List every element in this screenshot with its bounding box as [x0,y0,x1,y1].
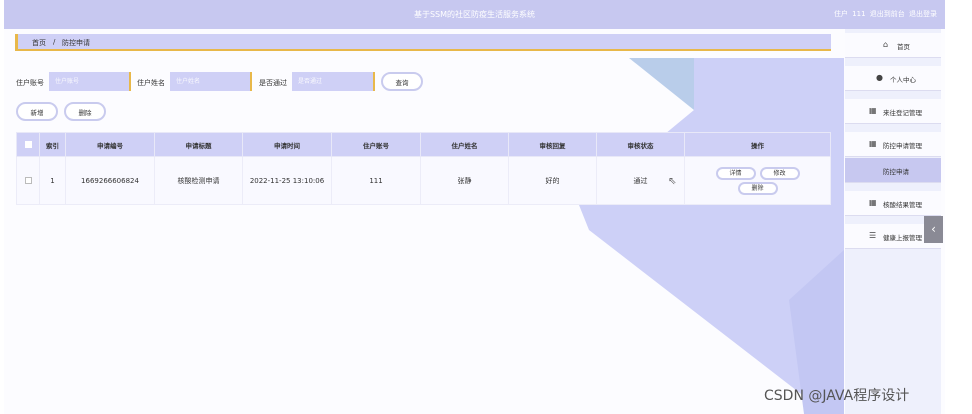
grid-icon: ▦ [869,198,877,207]
header-time: 申请时间 [242,132,332,157]
detail-button[interactable]: 详情 [715,166,756,180]
data-table: 索引 申请编号 申请标题 申请时间 住户账号 住户姓名 审核回复 审核状态 操作… [16,132,831,205]
breadcrumb: 首页 / 防控申请 [15,34,831,51]
sidebar-item-profile[interactable]: ● 个人中心 [845,66,941,91]
background-decoration [579,58,844,414]
back-to-frontend-link[interactable]: 退出到前台 [870,10,905,18]
user-area: 住户 111 退出到前台 退出登录 [834,9,937,19]
grid-icon: ▦ [869,106,877,115]
breadcrumb-home[interactable]: 首页 [32,38,46,48]
header-actions: 操作 [684,132,831,157]
header-index: 索引 [39,132,66,157]
header-title: 申请标题 [154,132,243,157]
header-name: 住户姓名 [420,132,509,157]
watermark: CSDN @JAVA程序设计 [764,388,910,404]
sidebar-item-label: 防控申请管理 [883,142,922,150]
sidebar-item-label: 防控申请 [883,168,909,176]
current-user: 住户 111 [833,10,866,18]
select-all-cell[interactable] [16,132,40,157]
table-row: 1 1669266606824 核酸检测申请 2022-11-25 13:10:… [16,156,831,205]
account-label: 住户账号 [16,79,44,87]
cell-actions: 详情 修改 删除 [684,156,831,205]
grid-icon: ▦ [869,139,877,148]
name-input[interactable] [170,72,252,91]
add-button[interactable]: 新增 [16,102,58,121]
breadcrumb-current: 防控申请 [62,39,90,47]
top-bar: 基于SSM的社区防疫生活服务系统 住户 111 退出到前台 退出登录 [4,0,945,29]
home-icon: ⌂ [883,40,889,49]
select-all-checkbox[interactable] [24,141,32,148]
sidebar-item-label: 核酸结果管理 [883,201,922,209]
app-window: 基于SSM的社区防疫生活服务系统 住户 111 退出到前台 退出登录 首页 / … [4,0,945,414]
row-select-cell[interactable] [16,156,40,205]
account-input[interactable] [49,72,131,91]
logout-link[interactable]: 退出登录 [909,10,937,18]
query-button[interactable]: 查询 [381,72,423,91]
sidebar-item-label: 来往登记管理 [883,109,922,117]
cell-account: 111 [331,156,421,205]
sidebar-item-visit-registration[interactable]: ▦ 来往登记管理 [845,99,941,124]
breadcrumb-separator: / [53,38,56,46]
header-code: 申请编号 [65,132,155,157]
row-delete-button[interactable]: 删除 [737,181,778,195]
sidebar-item-label: 个人中心 [890,76,916,84]
list-icon: ☰ [869,231,877,240]
header-account: 住户账号 [331,132,421,157]
edit-button[interactable]: 修改 [759,166,800,180]
table-header-row: 索引 申请编号 申请标题 申请时间 住户账号 住户姓名 审核回复 审核状态 操作 [16,132,831,157]
cell-reply: 好的 [508,156,597,205]
sidebar-item-label: 首页 [897,43,910,51]
passed-label: 是否通过 [259,79,287,87]
chevron-left-icon[interactable]: ‹ [924,216,943,243]
header-reply: 审核回复 [508,132,597,157]
cell-title: 核酸检测申请 [154,156,243,205]
batch-delete-button[interactable]: 删除 [64,102,106,121]
passed-input[interactable] [292,72,375,91]
user-icon: ● [876,73,883,82]
cell-time: 2022-11-25 13:10:06 [242,156,332,205]
sidebar-item-nucleic-results[interactable]: ▦ 核酸结果管理 [845,191,941,216]
row-checkbox[interactable] [24,177,32,184]
cell-code: 1669266606824 [65,156,155,205]
sidebar-item-label: 健康上报管理 [883,234,922,242]
sidebar-item-home[interactable]: ⌂ 首页 [845,33,941,58]
app-title: 基于SSM的社区防疫生活服务系统 [413,10,536,19]
header-status: 审核状态 [596,132,685,157]
sidebar-item-prevention-management[interactable]: ▦ 防控申请管理 [845,132,941,157]
cell-index: 1 [39,156,66,205]
sidebar-subitem-prevention-apply[interactable]: 防控申请 [845,158,941,183]
mouse-cursor-icon: ⇖ [668,176,677,187]
cell-name: 张静 [420,156,509,205]
name-label: 住户姓名 [137,79,165,87]
